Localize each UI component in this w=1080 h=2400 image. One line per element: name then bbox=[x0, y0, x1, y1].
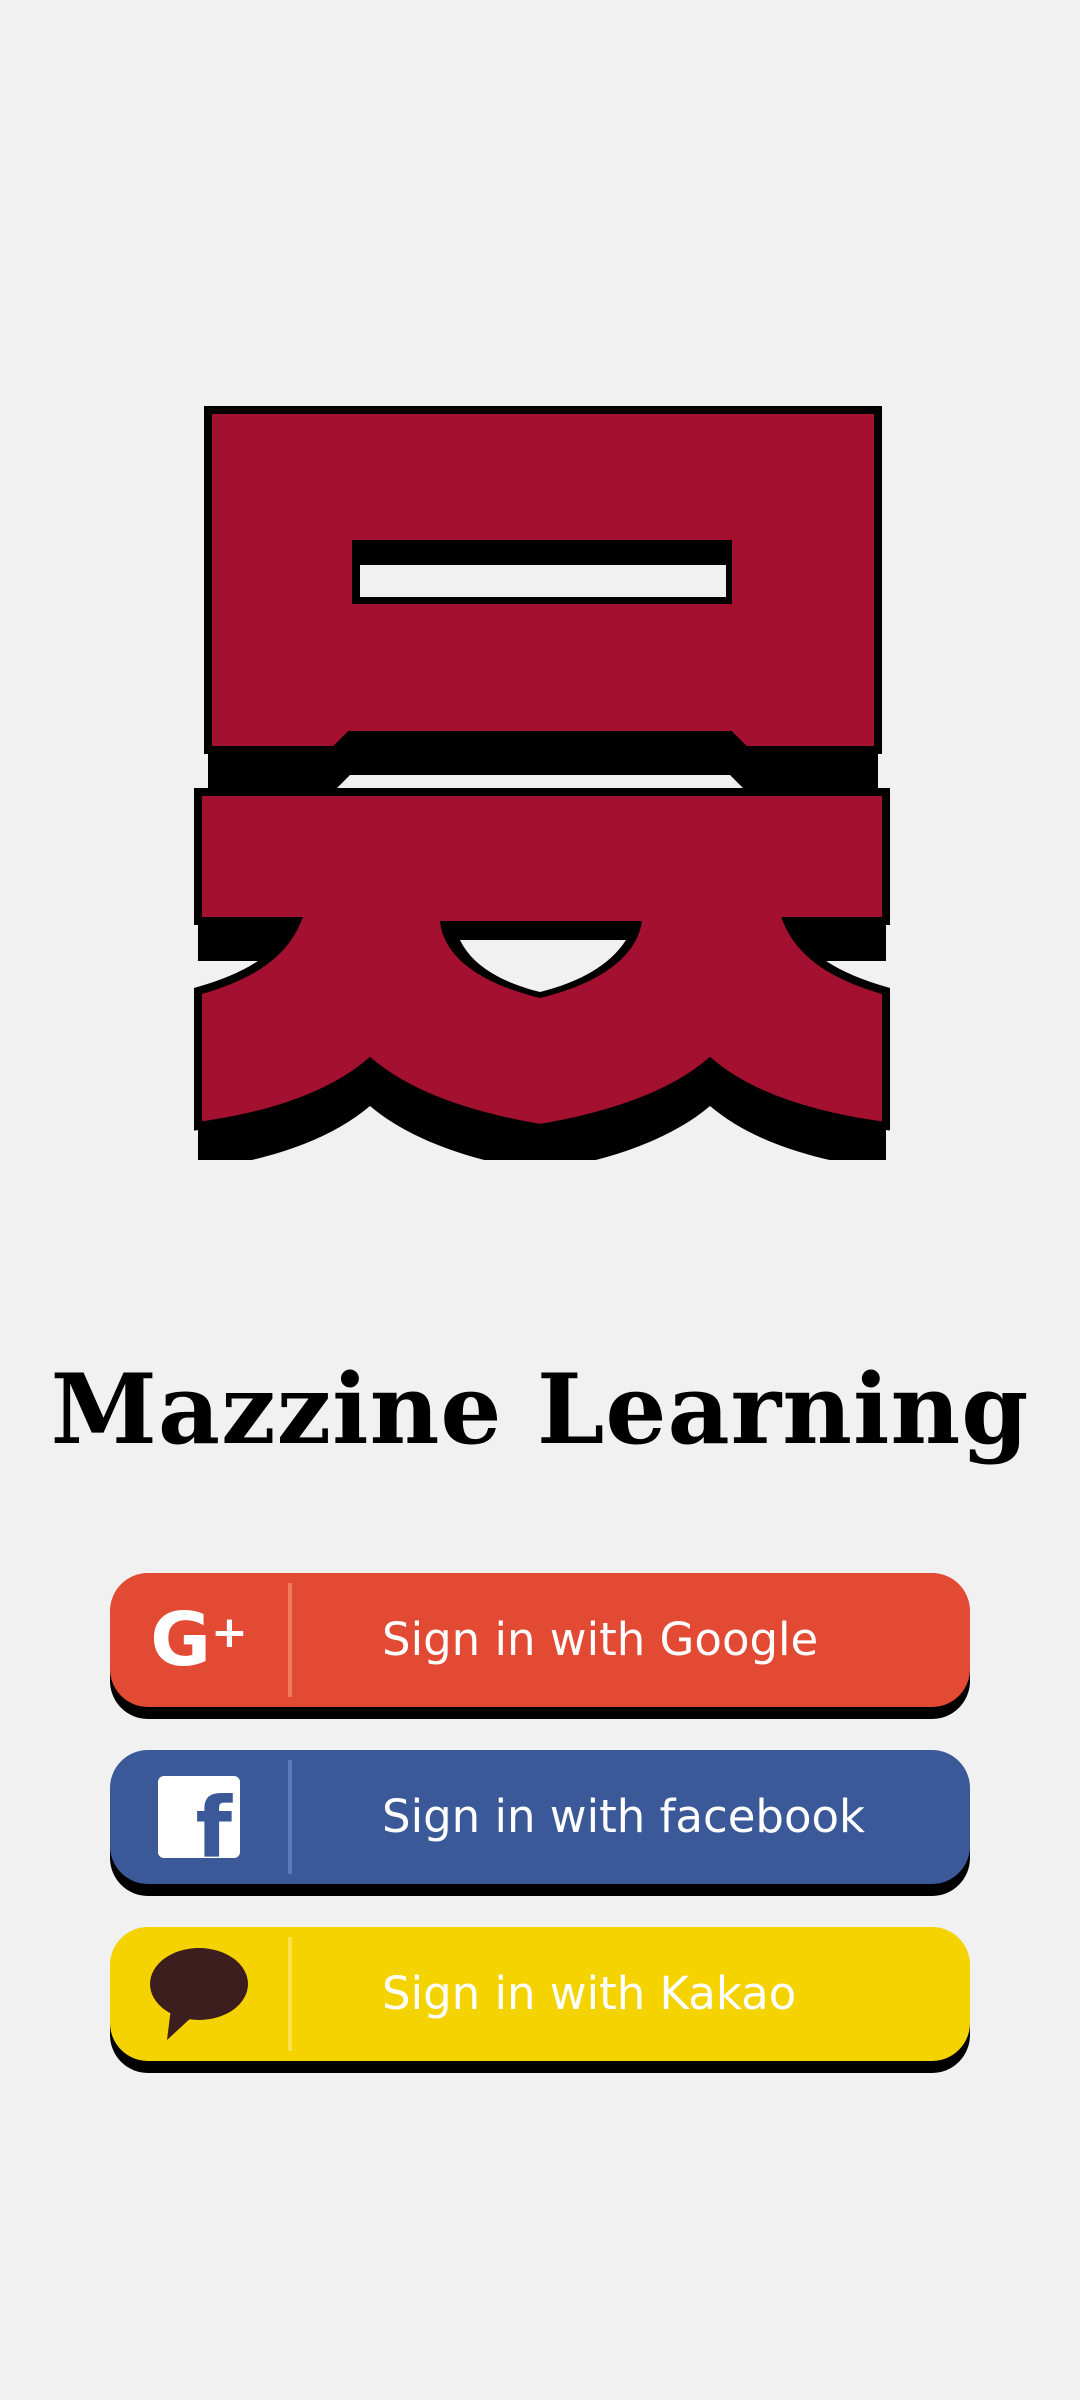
facebook-signin-button[interactable]: f Sign in with facebook bbox=[110, 1750, 970, 1884]
app-title: Mazzine Learning bbox=[50, 1353, 1030, 1466]
button-divider bbox=[288, 1937, 292, 2051]
google-signin-button[interactable]: G+ Sign in with Google bbox=[110, 1573, 970, 1707]
button-divider bbox=[288, 1583, 292, 1697]
google-signin-label: Sign in with Google bbox=[382, 1613, 819, 1666]
facebook-signin-label: Sign in with facebook bbox=[382, 1790, 866, 1843]
kakao-signin-button[interactable]: Sign in with Kakao bbox=[110, 1927, 970, 2061]
facebook-icon: f bbox=[110, 1750, 288, 1884]
hangul-logo-icon bbox=[190, 400, 890, 1172]
kakao-signin-label: Sign in with Kakao bbox=[382, 1967, 797, 2020]
button-divider bbox=[288, 1760, 292, 1874]
google-plus-icon: G+ bbox=[150, 1597, 248, 1683]
kakao-talk-icon bbox=[110, 1927, 288, 2061]
